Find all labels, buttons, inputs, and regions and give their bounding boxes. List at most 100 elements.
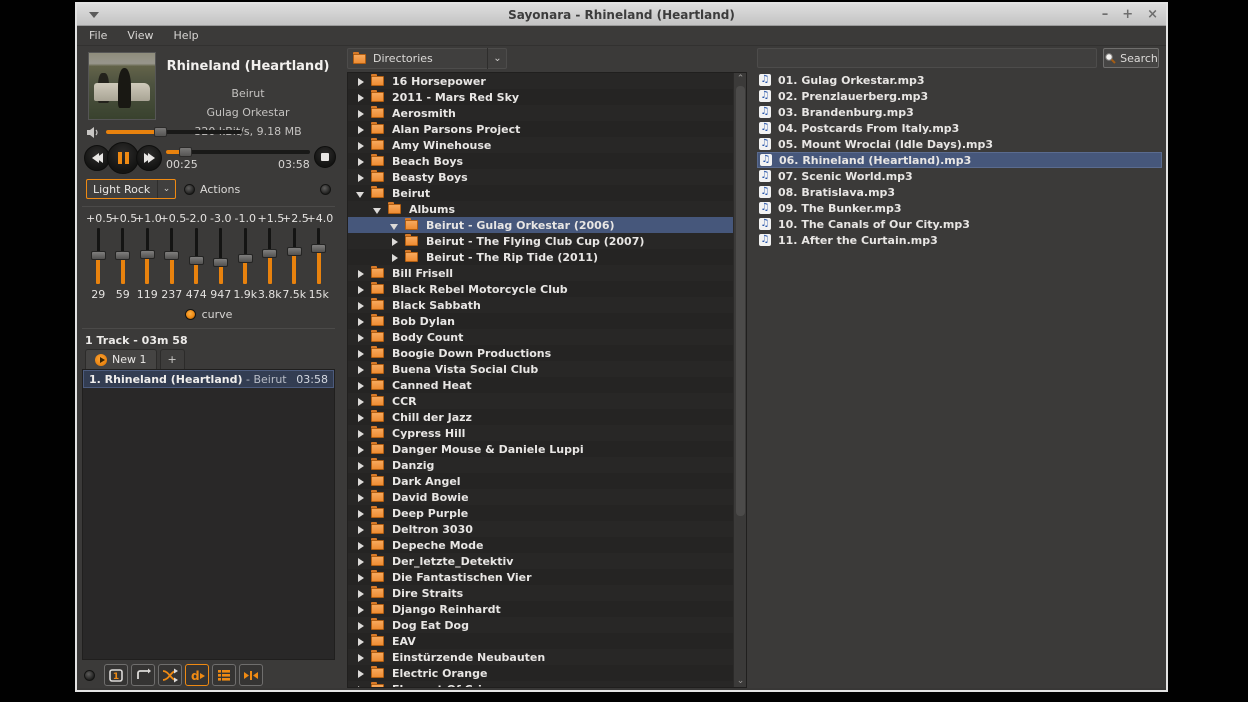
expand-arrow-icon[interactable]	[356, 333, 365, 342]
expand-arrow-icon[interactable]	[356, 429, 365, 438]
file-row[interactable]: ♫03. Brandenburg.mp3	[757, 104, 1162, 120]
eq-slider-handle[interactable]	[91, 251, 106, 260]
expand-arrow-icon[interactable]	[356, 93, 365, 102]
file-row[interactable]: ♫06. Rhineland (Heartland).mp3	[757, 152, 1162, 168]
eq-band-15k[interactable]: +4.015k	[307, 212, 332, 308]
expand-arrow-icon[interactable]	[356, 669, 365, 678]
directory-tree[interactable]: 16 Horsepower2011 - Mars Red SkyAerosmit…	[347, 72, 747, 688]
tree-item[interactable]: Boogie Down Productions	[348, 345, 746, 361]
repeat-all-button[interactable]	[131, 664, 155, 686]
expand-arrow-icon[interactable]	[356, 301, 365, 310]
expand-arrow-icon[interactable]	[356, 653, 365, 662]
expand-arrow-icon[interactable]	[390, 237, 399, 246]
scroll-up-icon[interactable]: ⌃	[734, 73, 747, 85]
file-row[interactable]: ♫07. Scenic World.mp3	[757, 168, 1162, 184]
expand-arrow-icon[interactable]	[356, 413, 365, 422]
file-row[interactable]: ♫09. The Bunker.mp3	[757, 200, 1162, 216]
eq-gain-led[interactable]	[320, 184, 331, 195]
expand-arrow-icon[interactable]	[356, 557, 365, 566]
expand-arrow-icon[interactable]	[356, 349, 365, 358]
playlist[interactable]: 1. Rhineland (Heartland) - Beirut03:58	[82, 369, 335, 660]
playlist-row[interactable]: 1. Rhineland (Heartland) - Beirut03:58	[83, 370, 334, 388]
expand-arrow-icon[interactable]	[356, 397, 365, 406]
expand-arrow-icon[interactable]	[356, 173, 365, 182]
file-row[interactable]: ♫08. Bratislava.mp3	[757, 184, 1162, 200]
expand-arrow-icon[interactable]	[356, 685, 365, 689]
next-button[interactable]	[136, 145, 162, 171]
tree-item[interactable]: Canned Heat	[348, 377, 746, 393]
expand-arrow-icon[interactable]	[356, 365, 365, 374]
eq-slider-handle[interactable]	[287, 247, 302, 256]
tree-item[interactable]: Depeche Mode	[348, 537, 746, 553]
expand-arrow-icon[interactable]	[356, 509, 365, 518]
tree-item[interactable]: Black Rebel Motorcycle Club	[348, 281, 746, 297]
expand-arrow-icon[interactable]	[356, 269, 365, 278]
expand-arrow-icon[interactable]	[356, 493, 365, 502]
tree-item[interactable]: 2011 - Mars Red Sky	[348, 89, 746, 105]
tree-item[interactable]: Dire Straits	[348, 585, 746, 601]
tree-item[interactable]: Deltron 3030	[348, 521, 746, 537]
tree-item[interactable]: Alan Parsons Project	[348, 121, 746, 137]
expand-arrow-icon[interactable]	[356, 109, 365, 118]
expand-arrow-icon[interactable]	[356, 525, 365, 534]
menu-file[interactable]: File	[89, 29, 107, 42]
eq-slider-handle[interactable]	[311, 244, 326, 253]
collapse-arrow-icon[interactable]	[373, 205, 382, 214]
tree-item[interactable]: Chill der Jazz	[348, 409, 746, 425]
expand-arrow-icon[interactable]	[356, 621, 365, 630]
file-list[interactable]: ♫01. Gulag Orkestar.mp3♫02. Prenzlauerbe…	[757, 72, 1162, 688]
tree-scrollbar[interactable]: ⌃ ⌄	[733, 73, 746, 687]
search-input[interactable]	[757, 48, 1097, 68]
tree-item[interactable]: Die Fantastischen Vier	[348, 569, 746, 585]
tree-item[interactable]: Danzig	[348, 457, 746, 473]
eq-band-947[interactable]: -3.0947	[209, 212, 234, 308]
minimize-button[interactable]: –	[1102, 4, 1109, 26]
tree-item[interactable]: Beasty Boys	[348, 169, 746, 185]
scroll-down-icon[interactable]: ⌄	[734, 675, 747, 687]
file-row[interactable]: ♫04. Postcards From Italy.mp3	[757, 120, 1162, 136]
tree-item[interactable]: David Bowie	[348, 489, 746, 505]
tree-item[interactable]: Dark Angel	[348, 473, 746, 489]
expand-arrow-icon[interactable]	[356, 125, 365, 134]
tree-item[interactable]: Django Reinhardt	[348, 601, 746, 617]
tree-item[interactable]: Amy Winehouse	[348, 137, 746, 153]
playlist-tab[interactable]: New 1	[85, 349, 157, 369]
tree-item[interactable]: Body Count	[348, 329, 746, 345]
shuffle-button[interactable]	[158, 664, 182, 686]
search-button[interactable]: Search	[1103, 48, 1159, 68]
eq-band-1.9k[interactable]: -1.01.9k	[233, 212, 258, 308]
eq-slider-handle[interactable]	[262, 249, 277, 258]
eq-band-59[interactable]: +0.559	[111, 212, 136, 308]
tree-item[interactable]: 16 Horsepower	[348, 73, 746, 89]
expand-arrow-icon[interactable]	[356, 605, 365, 614]
expand-arrow-icon[interactable]	[356, 589, 365, 598]
tree-item[interactable]: Beirut	[348, 185, 746, 201]
tree-item[interactable]: CCR	[348, 393, 746, 409]
tree-item[interactable]: Beirut - The Rip Tide (2011)	[348, 249, 746, 265]
collapse-arrow-icon[interactable]	[356, 189, 365, 198]
chevron-down-icon[interactable]: ⌄	[487, 48, 507, 69]
tree-item[interactable]: Bob Dylan	[348, 313, 746, 329]
chevron-down-icon[interactable]: ⌄	[157, 180, 175, 198]
eq-band-119[interactable]: +1.0119	[135, 212, 160, 308]
menu-help[interactable]: Help	[174, 29, 199, 42]
tree-item[interactable]: Aerosmith	[348, 105, 746, 121]
file-row[interactable]: ♫10. The Canals of Our City.mp3	[757, 216, 1162, 232]
tree-item[interactable]: Cypress Hill	[348, 425, 746, 441]
eq-slider-handle[interactable]	[115, 251, 130, 260]
expand-arrow-icon[interactable]	[356, 637, 365, 646]
expand-arrow-icon[interactable]	[356, 317, 365, 326]
stop-button[interactable]	[314, 146, 336, 168]
curve-label[interactable]: curve	[202, 308, 233, 321]
curve-checkbox[interactable]	[185, 309, 196, 320]
expand-arrow-icon[interactable]	[390, 253, 399, 262]
expand-arrow-icon[interactable]	[356, 381, 365, 390]
file-row[interactable]: ♫11. After the Curtain.mp3	[757, 232, 1162, 248]
pause-button[interactable]	[107, 142, 139, 174]
tree-item[interactable]: Buena Vista Social Club	[348, 361, 746, 377]
eq-band-3.8k[interactable]: +1.53.8k	[258, 212, 283, 308]
menu-view[interactable]: View	[127, 29, 153, 42]
expand-arrow-icon[interactable]	[356, 285, 365, 294]
eq-slider-handle[interactable]	[238, 254, 253, 263]
tree-item[interactable]: Beirut - Gulag Orkestar (2006)	[348, 217, 746, 233]
